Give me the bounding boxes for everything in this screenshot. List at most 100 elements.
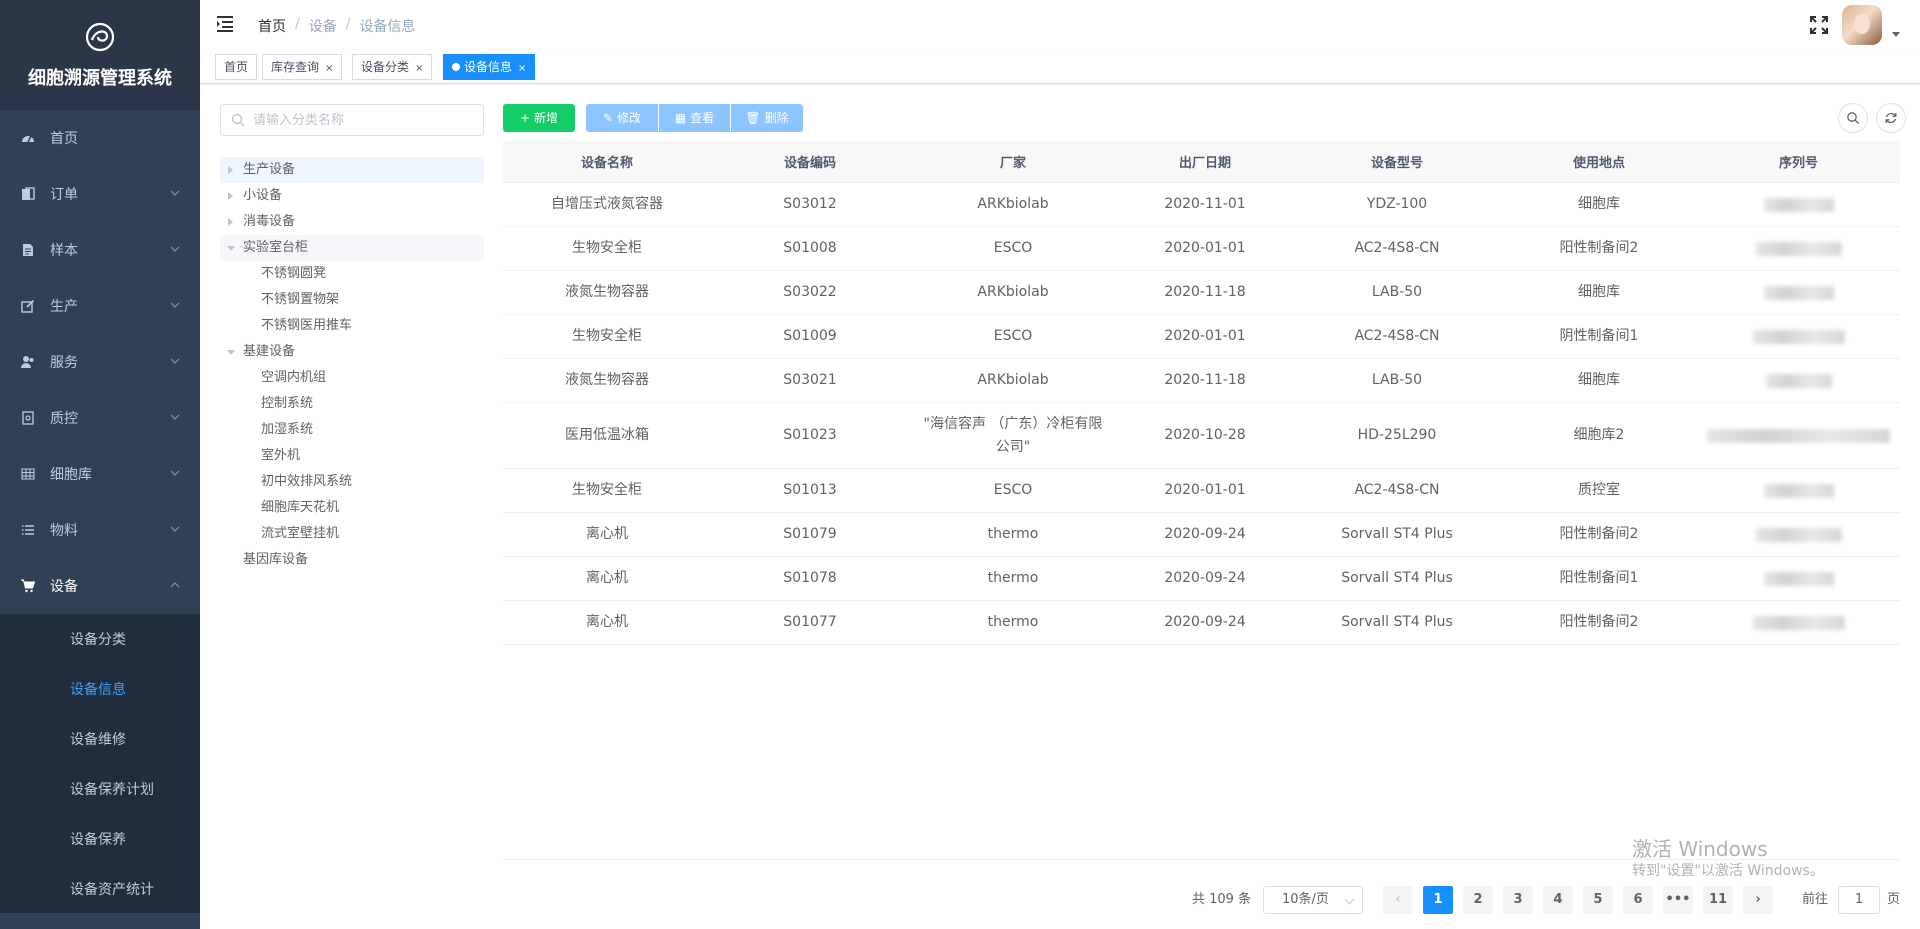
breadcrumb-home[interactable]: 首页	[258, 16, 286, 36]
table-cell-code: S01079	[783, 526, 837, 542]
sidebar-subitem-equipment-info[interactable]: 设备信息	[0, 664, 200, 714]
page-button[interactable]: 3	[1503, 886, 1533, 914]
table-row[interactable]: 生物安全柜 S01009 ESCO 2020-01-01 AC2-4S8-CN 阴性制备间…	[503, 315, 1900, 359]
add-button[interactable]: + 新增	[503, 104, 575, 132]
tree-node[interactable]: 空调内机组	[220, 365, 484, 391]
sidebar-item-order[interactable]: 订单	[0, 166, 200, 222]
prev-page-button[interactable]: ‹	[1383, 886, 1413, 914]
page-button[interactable]: 4	[1543, 886, 1573, 914]
close-icon[interactable]: ×	[325, 63, 333, 74]
goto-page-input[interactable]: 1	[1838, 886, 1880, 914]
table-cell-location: 阳性制备间2	[1559, 614, 1639, 630]
table-cell-serial-redacted	[1697, 513, 1900, 556]
caret-right-icon[interactable]	[228, 166, 233, 174]
sidebar-item-home[interactable]: 首页	[0, 110, 200, 166]
table-row[interactable]: 离心机 S01077 thermo 2020-09-24 Sorvall ST4 Plu…	[503, 601, 1900, 645]
sidebar-item-production[interactable]: 生产	[0, 278, 200, 334]
tree-node[interactable]: 基建设备	[220, 339, 484, 365]
sidebar-subitem-equipment-maintenance[interactable]: 设备保养	[0, 814, 200, 864]
sidebar-subitem-asset-statistics[interactable]: 设备资产统计	[0, 864, 200, 914]
tree-node[interactable]: 不锈钢圆凳	[220, 261, 484, 287]
page-button[interactable]: 6	[1623, 886, 1653, 914]
table-cell-code: S03022	[783, 284, 837, 300]
sidebar-subitem-equipment-repair[interactable]: 设备维修	[0, 714, 200, 764]
table-row[interactable]: 液氮生物容器 S03021 ARKbiolab 2020-11-18 LAB-50 细胞库	[503, 359, 1900, 403]
table-row[interactable]: 液氮生物容器 S03022 ARKbiolab 2020-11-18 LAB-50 细胞库	[503, 271, 1900, 315]
table-cell-code: S03012	[783, 196, 837, 212]
tag-equipment-category[interactable]: 设备分类 ×	[352, 54, 433, 80]
sidebar-item-material[interactable]: 物料	[0, 502, 200, 558]
table-cell-location: 细胞库	[1578, 372, 1620, 388]
close-icon[interactable]: ×	[518, 63, 526, 74]
table-row[interactable]: 生物安全柜 S01013 ESCO 2020-01-01 AC2-4S8-CN 质控室	[503, 469, 1900, 513]
document-icon	[20, 242, 36, 258]
edit-label: 修改	[617, 111, 642, 125]
sidebar-item-service[interactable]: 服务	[0, 334, 200, 390]
tree-node[interactable]: 不锈钢置物架	[220, 287, 484, 313]
page-button[interactable]: 5	[1583, 886, 1613, 914]
table-cell-model: Sorvall ST4 Plus	[1341, 614, 1453, 630]
table-row[interactable]: 自增压式液氮容器 S03012 ARKbiolab 2020-11-01 YDZ-100…	[503, 183, 1900, 227]
tree-node[interactable]: 小设备	[220, 183, 484, 209]
page-button[interactable]: 2	[1463, 886, 1493, 914]
page-size-select[interactable]: 10条/页	[1263, 886, 1363, 914]
table-cell-location: 细胞库	[1578, 196, 1620, 212]
category-search-input[interactable]	[253, 112, 463, 128]
tree-node[interactable]: 实验室台柜	[220, 235, 484, 261]
windows-watermark-title: 激活 Windows	[1632, 837, 1768, 861]
close-icon[interactable]: ×	[415, 63, 423, 74]
equipment-submenu: 设备分类 设备信息 设备维修 设备保养计划 设备保养 设备资产统计	[0, 614, 200, 914]
table-row[interactable]: 医用低温冰箱 S01023 "海信容声 （广东）冷柜有限公司" 2020-10-28 H…	[503, 403, 1900, 469]
page-ellipsis-button[interactable]: •••	[1663, 886, 1693, 914]
sidebar-item-equipment[interactable]: 设备	[0, 558, 200, 614]
tree-node[interactable]: 室外机	[220, 443, 484, 469]
sidebar-item-quality-control[interactable]: 质控	[0, 390, 200, 446]
sidebar-subitem-equipment-category[interactable]: 设备分类	[0, 614, 200, 664]
refresh-button[interactable]	[1876, 103, 1906, 133]
caret-down-icon[interactable]	[227, 350, 235, 355]
sidebar-item-sample[interactable]: 样本	[0, 222, 200, 278]
tag-label: 设备信息	[464, 60, 513, 74]
table-cell-date: 2020-09-24	[1164, 526, 1246, 542]
tree-node[interactable]: 初中效排风系统	[220, 469, 484, 495]
next-page-button[interactable]: ›	[1743, 886, 1773, 914]
table-cell-name: 液氮生物容器	[565, 372, 649, 388]
edit-button[interactable]: ✎ 修改	[586, 104, 658, 132]
chevron-down-icon	[1344, 894, 1355, 905]
user-avatar[interactable]	[1842, 5, 1882, 45]
sidebar-subitem-maintenance-plan[interactable]: 设备保养计划	[0, 764, 200, 814]
caret-down-icon[interactable]	[227, 246, 235, 251]
tree-node-label: 流式室壁挂机	[261, 526, 340, 541]
view-button[interactable]: ▦ 查看	[659, 104, 730, 132]
sidebar: 细胞溯源管理系统 首页 订单 样本 生产服务质控 细胞库 物料 设备 设备分类 设备信息 设备维修…	[0, 0, 200, 929]
tree-node[interactable]: 加湿系统	[220, 417, 484, 443]
app-logo[interactable]: 细胞溯源管理系统	[0, 0, 200, 110]
sidebar-item-cell-bank[interactable]: 细胞库	[0, 446, 200, 502]
table-row[interactable]: 离心机 S01078 thermo 2020-09-24 Sorvall ST4 Plu…	[503, 557, 1900, 601]
sidebar-item-label: 服务	[50, 355, 78, 371]
caret-right-icon[interactable]	[228, 192, 233, 200]
caret-down-icon[interactable]	[1892, 32, 1900, 37]
tree-node[interactable]: 控制系统	[220, 391, 484, 417]
tag-inventory-query[interactable]: 库存查询 ×	[262, 54, 343, 80]
tree-node[interactable]: 流式室壁挂机	[220, 521, 484, 547]
table-row[interactable]: 离心机 S01079 thermo 2020-09-24 Sorvall ST4 Plu…	[503, 513, 1900, 557]
search-toggle-button[interactable]	[1838, 103, 1868, 133]
chevron-down-icon	[170, 246, 180, 252]
tag-equipment-info[interactable]: 设备信息 ×	[443, 54, 536, 80]
fullscreen-icon[interactable]	[1810, 16, 1828, 34]
tag-home[interactable]: 首页	[215, 54, 258, 80]
menu-toggle-icon[interactable]	[216, 14, 236, 34]
delete-button[interactable]: 🗑 删除	[731, 104, 803, 132]
tree-node[interactable]: 基因库设备	[220, 547, 484, 573]
table-cell-model: AC2-4S8-CN	[1354, 328, 1440, 344]
page-button[interactable]: 11	[1703, 886, 1733, 914]
tree-node[interactable]: 不锈钢医用推车	[220, 313, 484, 339]
caret-right-icon[interactable]	[228, 218, 233, 226]
tree-node[interactable]: 细胞库天花机	[220, 495, 484, 521]
page-button[interactable]: 1	[1423, 886, 1453, 914]
table-row[interactable]: 生物安全柜 S01008 ESCO 2020-01-01 AC2-4S8-CN 阳性制备间…	[503, 227, 1900, 271]
tag-label: 库存查询	[271, 60, 320, 74]
tree-node[interactable]: 生产设备	[220, 157, 484, 183]
tree-node[interactable]: 消毒设备	[220, 209, 484, 235]
